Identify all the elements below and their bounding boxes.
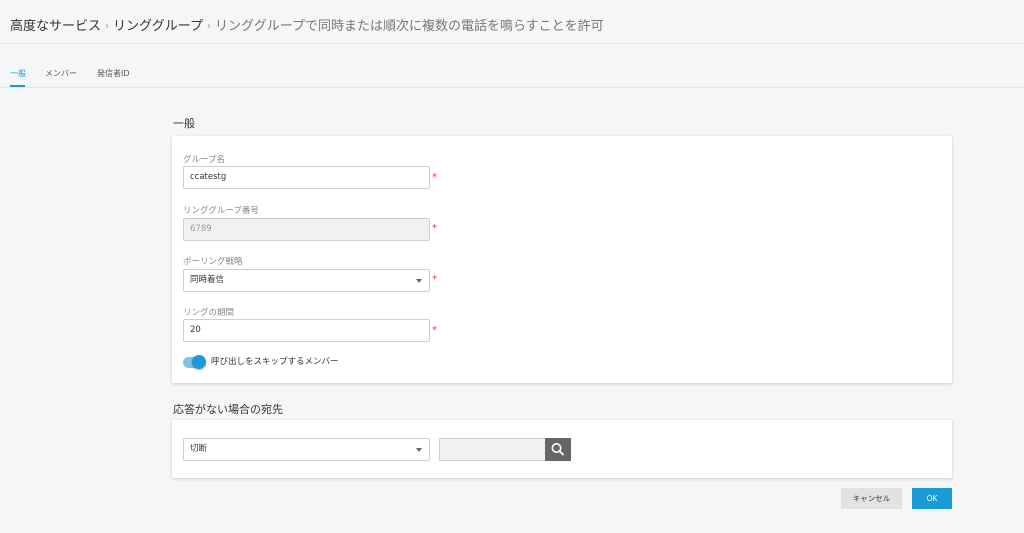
breadcrumb-current: リンググループで同時または順次に複数の電話を鳴らすことを許可 bbox=[214, 19, 604, 34]
destination-search-input[interactable] bbox=[439, 438, 546, 461]
ring-duration-label: リングの期間 bbox=[183, 308, 235, 318]
cancel-button[interactable]: キャンセル bbox=[841, 488, 902, 509]
tab-general[interactable]: 一般 bbox=[10, 68, 26, 80]
caret-down-icon bbox=[416, 279, 422, 283]
required-mark: * bbox=[432, 325, 437, 336]
breadcrumb-ring-group[interactable]: リンググループ bbox=[113, 19, 203, 34]
breadcrumb: 高度なサービス › リンググループ › リンググループで同時または順次に複数の電話を鳴ら… bbox=[10, 18, 604, 37]
no-answer-action-select[interactable]: 切断 bbox=[183, 438, 430, 461]
polling-strategy-value: 同時着信 bbox=[190, 275, 225, 285]
caret-down-icon bbox=[416, 448, 422, 452]
breadcrumb-advanced-services[interactable]: 高度なサービス bbox=[10, 19, 101, 34]
ok-button[interactable]: OK bbox=[912, 488, 952, 509]
required-mark: * bbox=[432, 172, 437, 183]
no-answer-action-value: 切断 bbox=[190, 444, 208, 454]
group-name-label: グループ名 bbox=[183, 155, 225, 165]
search-button[interactable] bbox=[545, 438, 571, 461]
page-header: 高度なサービス › リンググループ › リンググループで同時または順次に複数の電話を鳴ら… bbox=[0, 0, 1024, 44]
no-answer-card: 切断 bbox=[172, 420, 952, 478]
active-tab-indicator bbox=[10, 85, 25, 87]
tab-members[interactable]: メンバー bbox=[45, 68, 77, 80]
polling-strategy-select[interactable]: 同時着信 bbox=[183, 269, 430, 292]
ring-group-number-label: リンググループ番号 bbox=[183, 206, 259, 216]
tab-caller-id[interactable]: 発信者ID bbox=[97, 68, 130, 80]
group-name-input[interactable]: ccatestg bbox=[183, 166, 430, 189]
tab-bar: 一般 メンバー 発信者ID bbox=[0, 44, 1024, 88]
search-icon bbox=[551, 443, 564, 456]
chevron-right-icon: › bbox=[206, 21, 211, 32]
skip-members-label: 呼び出しをスキップするメンバー bbox=[211, 357, 339, 367]
ring-duration-input[interactable]: 20 bbox=[183, 319, 430, 342]
general-card: グループ名 ccatestg * リンググループ番号 6789 * ポーリング戦… bbox=[172, 136, 952, 383]
chevron-right-icon: › bbox=[105, 21, 110, 32]
toggle-knob bbox=[192, 355, 206, 369]
no-answer-section-title: 応答がない場合の宛先 bbox=[173, 403, 283, 416]
required-mark: * bbox=[432, 274, 437, 285]
polling-strategy-label: ポーリング戦略 bbox=[183, 257, 243, 267]
ring-group-number-input: 6789 bbox=[183, 218, 430, 241]
general-section-title: 一般 bbox=[173, 117, 195, 130]
required-mark: * bbox=[432, 223, 437, 234]
skip-members-toggle[interactable] bbox=[183, 355, 206, 369]
